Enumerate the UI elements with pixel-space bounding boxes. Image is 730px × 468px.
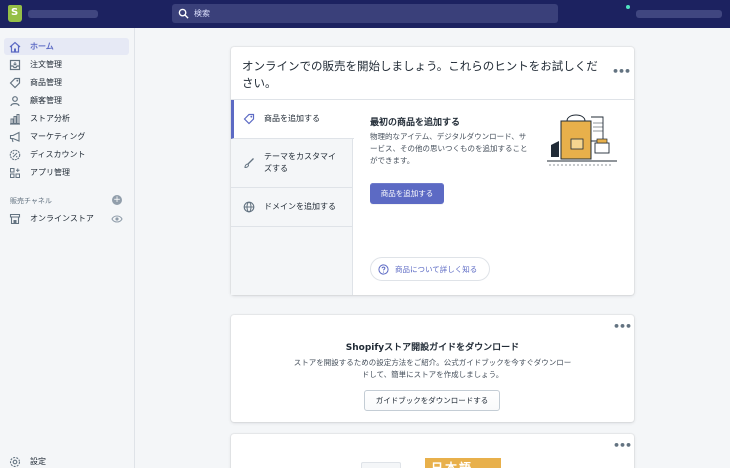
sidebar-item-label: マーケティング: [30, 132, 86, 141]
store-icon: [9, 213, 21, 224]
tab-label: ドメインを追加する: [264, 202, 336, 211]
download-guide-button[interactable]: ガイドブックをダウンロードする: [364, 390, 500, 411]
megaphone-icon: [9, 131, 20, 142]
sidebar-item-label: 注文管理: [30, 60, 62, 69]
sidebar-item-label: ストア分析: [30, 114, 70, 123]
brush-icon: [244, 158, 254, 169]
sidebar-item-label: 顧客管理: [30, 96, 62, 105]
promo-card: ••• 日本語: [231, 434, 634, 468]
home-icon: [9, 41, 21, 53]
more-actions-icon[interactable]: •••: [613, 439, 632, 452]
store-name-redacted[interactable]: [28, 10, 98, 18]
learn-more-label: 商品について詳しく知る: [395, 264, 478, 274]
tab-label: 商品を追加する: [264, 114, 320, 123]
gear-icon: [9, 456, 21, 467]
orders-icon: [9, 59, 21, 70]
sidebar-item-discounts[interactable]: ディスカウント: [4, 146, 129, 163]
tag-icon: [9, 77, 21, 88]
sidebar-item-products[interactable]: 商品管理: [4, 74, 129, 91]
sidebar-item-label: 設定: [30, 457, 46, 466]
hint-tabs: 商品を追加する テーマをカスタマイズする ドメインを追加する: [231, 100, 354, 295]
eye-icon[interactable]: [111, 214, 123, 224]
search-icon: [178, 8, 189, 19]
guide-card-title: Shopifyストア開設ガイドをダウンロード: [345, 343, 520, 353]
sidebar-item-apps[interactable]: アプリ管理: [4, 164, 129, 181]
tab-add-product[interactable]: 商品を追加する: [231, 100, 354, 139]
analytics-icon: [10, 113, 20, 125]
add-channel-icon[interactable]: +: [112, 195, 122, 205]
promo-banner: 日本語: [425, 458, 501, 468]
sidebar-item-orders[interactable]: 注文管理: [4, 56, 129, 73]
sales-channels-heading: 販売チャネル: [10, 197, 52, 205]
tag-icon: [243, 113, 255, 125]
sidebar-item-label: アプリ管理: [30, 168, 70, 177]
product-illustration: [547, 114, 617, 166]
user-menu-redacted[interactable]: [636, 10, 722, 18]
sidebar-item-label: 商品管理: [30, 78, 62, 87]
hints-card: オンラインでの販売を開始しましょう。これらのヒントをお試しください。 ••• 商…: [231, 47, 634, 295]
sidebar-item-analytics[interactable]: ストア分析: [4, 110, 129, 127]
sidebar-item-settings[interactable]: 設定: [4, 454, 129, 468]
guide-card-description: ストアを開設するための設定方法をご紹介。公式ガイドブックを今すぐダウンロードして…: [293, 358, 572, 379]
guide-card: ••• Shopifyストア開設ガイドをダウンロード ストアを開設するための設定…: [231, 315, 634, 422]
pane-title: 最初の商品を追加する: [370, 118, 461, 128]
globe-icon: [243, 201, 255, 213]
discount-icon: [9, 149, 21, 160]
hints-card-title: オンラインでの販売を開始しましょう。これらのヒントをお試しください。: [242, 59, 598, 90]
more-actions-icon[interactable]: •••: [613, 320, 632, 333]
sidebar-item-label: ホーム: [30, 42, 54, 51]
tab-add-domain[interactable]: ドメインを追加する: [231, 188, 353, 227]
search-bar[interactable]: 検索: [172, 4, 558, 23]
more-actions-icon[interactable]: •••: [612, 65, 631, 78]
sidebar-item-label: ディスカウント: [30, 150, 86, 159]
help-circle-icon: [378, 263, 389, 275]
status-dot: [626, 5, 630, 9]
promo-banner-text: 日本語: [431, 461, 474, 468]
tab-customize-theme[interactable]: テーマをカスタマイズする: [231, 139, 353, 188]
shopify-logo[interactable]: [8, 5, 22, 22]
sidebar-item-marketing[interactable]: マーケティング: [4, 128, 129, 145]
apps-icon: [10, 167, 20, 178]
promo-image-placeholder: [361, 462, 401, 468]
tab-label: テーマをカスタマイズする: [264, 152, 336, 173]
customer-icon: [10, 95, 20, 106]
top-bar: 検索: [0, 0, 730, 28]
search-placeholder: 検索: [194, 9, 210, 18]
add-product-button[interactable]: 商品を追加する: [370, 183, 444, 204]
learn-more-link[interactable]: 商品について詳しく知る: [370, 257, 490, 281]
pane-description: 物理的なアイテム、デジタルダウンロード、サービス、その他の思いつくものを追加する…: [370, 132, 528, 165]
sidebar-item-home[interactable]: ホーム: [4, 38, 129, 55]
sidebar: ホーム 注文管理 商品管理 顧客管理 ストア分析 マーケティング ディスカウント…: [0, 28, 135, 468]
sidebar-item-label: オンラインストア: [30, 214, 94, 223]
sidebar-item-customers[interactable]: 顧客管理: [4, 92, 129, 109]
